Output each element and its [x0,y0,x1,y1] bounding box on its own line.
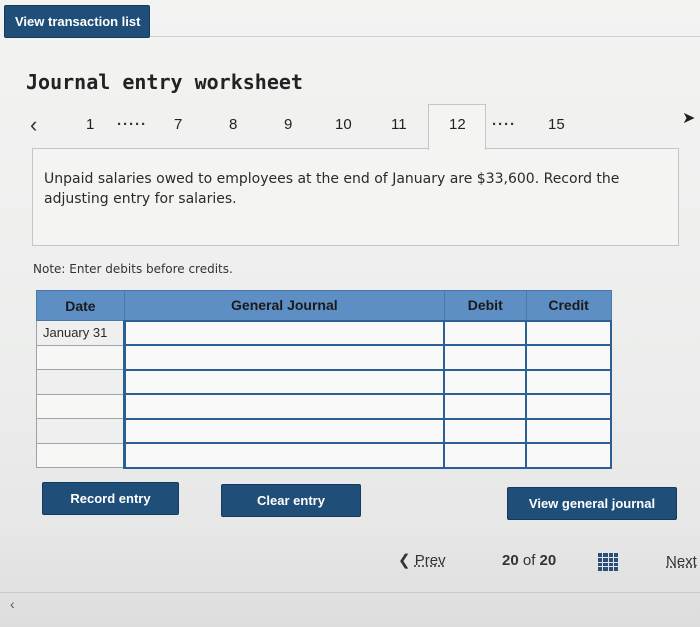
account-input[interactable] [122,368,446,395]
debit-input[interactable] [443,393,528,420]
chevron-left-icon[interactable]: ‹ [10,596,15,612]
account-input[interactable] [122,417,446,444]
question-pager: ‹ 1 ····· 7 8 9 10 11 12 ···· 15 [0,104,700,148]
page-title: Journal entry worksheet [26,70,303,94]
date-cell: January 31 [36,320,125,346]
clear-entry-button[interactable]: Clear entry [221,484,361,517]
debit-input[interactable] [443,344,528,371]
account-input[interactable] [122,442,446,469]
prev-label: Prev [414,552,446,569]
question-panel: Unpaid salaries owed to employees at the… [32,148,679,246]
account-input[interactable] [122,319,446,346]
view-transaction-list-button[interactable]: View transaction list [4,5,150,38]
date-cell [36,418,125,444]
debit-header: Debit [443,290,527,321]
pager-dots: ···· [492,116,516,133]
pager-item-1[interactable]: 1 [86,116,94,133]
table-row [36,417,612,444]
date-header: Date [36,290,125,321]
table-row [36,344,612,371]
table-header-row: Date General Journal Debit Credit [36,290,612,321]
date-cell [36,442,125,468]
chevron-left-icon[interactable]: ‹ [30,112,37,138]
debit-input[interactable] [443,417,528,444]
account-input[interactable] [122,344,446,371]
credit-input[interactable] [525,319,612,346]
pager-item-7[interactable]: 7 [174,116,182,133]
current-page: 20 [502,552,519,569]
view-general-journal-button[interactable]: View general journal [507,487,677,520]
date-cell [36,369,125,395]
pager-item-9[interactable]: 9 [284,116,292,133]
chevron-left-icon: ❮ [398,552,411,569]
record-entry-button[interactable]: Record entry [42,482,179,515]
table-row: January 31 [36,319,612,346]
of-label: of [522,552,536,569]
debit-input[interactable] [443,319,528,346]
table-row [36,368,612,395]
credit-header: Credit [525,290,612,321]
table-row [36,442,612,469]
credit-input[interactable] [525,442,612,469]
pager-item-10[interactable]: 10 [335,116,352,133]
pager-item-12-active[interactable]: 12 [449,116,466,133]
pager-item-11[interactable]: 11 [391,116,407,133]
debit-input[interactable] [443,442,528,469]
credit-input[interactable] [525,368,612,395]
table-row [36,393,612,420]
question-text: Unpaid salaries owed to employees at the… [44,171,620,207]
journal-table: Date General Journal Debit Credit Januar… [36,290,612,469]
prev-button[interactable]: ❮ Prev [398,551,446,569]
pager-item-8[interactable]: 8 [229,116,237,133]
footer-band [0,518,700,627]
credit-input[interactable] [525,417,612,444]
divider [150,36,700,37]
total-pages: 20 [539,552,557,569]
pager-item-15[interactable]: 15 [548,116,565,133]
grid-menu-icon[interactable] [598,553,618,571]
credit-input[interactable] [525,393,612,420]
date-cell [36,393,125,419]
account-input[interactable] [122,393,446,420]
screen: View transaction list Journal entry work… [0,0,700,627]
page-counter: 20 of 20 [502,552,556,569]
pager-dots: ····· [117,116,147,133]
cursor-arrow-icon: ➤ [682,110,696,127]
date-cell [36,344,125,370]
instruction-note: Note: Enter debits before credits. [33,262,233,276]
next-button[interactable]: Next [666,553,700,570]
divider [0,592,700,593]
general-journal-header: General Journal [123,290,445,321]
credit-input[interactable] [525,344,612,371]
debit-input[interactable] [443,368,528,395]
